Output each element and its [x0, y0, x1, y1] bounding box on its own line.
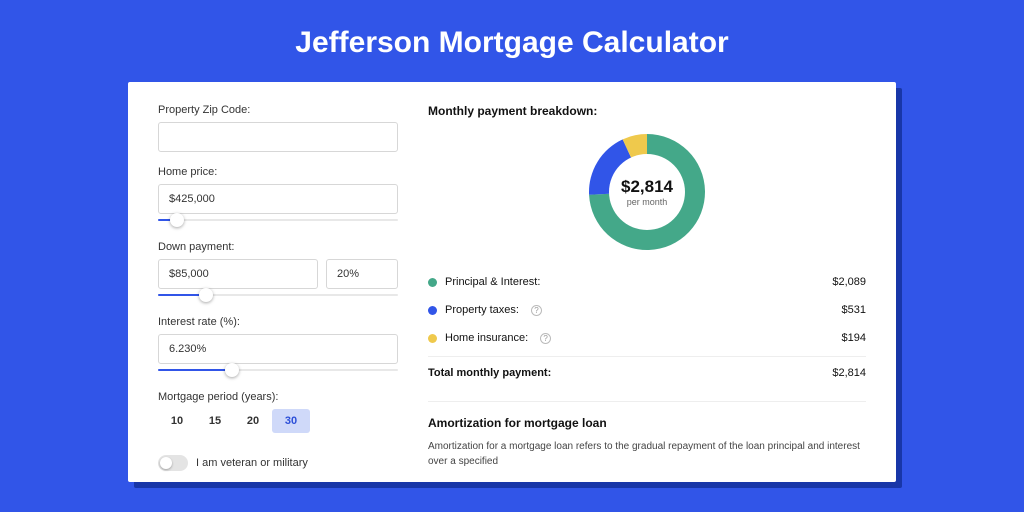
help-icon[interactable]: ?	[531, 305, 542, 316]
legend-value: $194	[842, 332, 866, 344]
donut-amount: $2,814	[621, 177, 673, 197]
legend-principal-interest: Principal & Interest: $2,089	[428, 268, 866, 296]
dot-icon	[428, 306, 437, 315]
home-price-input[interactable]	[158, 184, 398, 214]
total-value: $2,814	[832, 367, 866, 379]
dot-icon	[428, 334, 437, 343]
mortgage-period-label: Mortgage period (years):	[158, 391, 398, 403]
donut-sub: per month	[627, 197, 668, 207]
period-tab-10[interactable]: 10	[158, 409, 196, 433]
legend-label: Principal & Interest:	[445, 276, 540, 288]
zip-input[interactable]	[158, 122, 398, 152]
interest-rate-input[interactable]	[158, 334, 398, 364]
legend-total: Total monthly payment: $2,814	[428, 356, 866, 387]
breakdown-panel: Monthly payment breakdown: $2,814 per mo…	[428, 104, 866, 482]
legend-value: $531	[842, 304, 866, 316]
period-tab-30[interactable]: 30	[272, 409, 310, 433]
legend-home-insurance: Home insurance: ? $194	[428, 324, 866, 352]
legend-value: $2,089	[832, 276, 866, 288]
help-icon[interactable]: ?	[540, 333, 551, 344]
toggle-knob	[160, 457, 172, 469]
breakdown-title: Monthly payment breakdown:	[428, 104, 866, 118]
page-title: Jefferson Mortgage Calculator	[0, 0, 1024, 82]
veteran-toggle[interactable]	[158, 455, 188, 471]
legend-property-taxes: Property taxes: ? $531	[428, 296, 866, 324]
amortization-title: Amortization for mortgage loan	[428, 416, 866, 430]
home-price-slider[interactable]	[158, 213, 398, 227]
calculator-card: Property Zip Code: Home price: Down paym…	[128, 82, 896, 482]
mortgage-period-tabs: 10 15 20 30	[158, 409, 398, 433]
form-panel: Property Zip Code: Home price: Down paym…	[158, 104, 398, 482]
dot-icon	[428, 278, 437, 287]
down-payment-pct-input[interactable]	[326, 259, 398, 289]
legend-label: Home insurance:	[445, 332, 528, 344]
zip-label: Property Zip Code:	[158, 104, 398, 116]
total-label: Total monthly payment:	[428, 367, 551, 379]
amortization-body: Amortization for a mortgage loan refers …	[428, 440, 866, 469]
home-price-label: Home price:	[158, 166, 398, 178]
down-payment-slider[interactable]	[158, 288, 398, 302]
legend-label: Property taxes:	[445, 304, 519, 316]
period-tab-15[interactable]: 15	[196, 409, 234, 433]
veteran-label: I am veteran or military	[196, 457, 308, 469]
donut-chart: $2,814 per month	[587, 132, 707, 252]
interest-rate-slider[interactable]	[158, 363, 398, 377]
interest-rate-label: Interest rate (%):	[158, 316, 398, 328]
down-payment-label: Down payment:	[158, 241, 398, 253]
down-payment-input[interactable]	[158, 259, 318, 289]
amortization-section: Amortization for mortgage loan Amortizat…	[428, 401, 866, 469]
period-tab-20[interactable]: 20	[234, 409, 272, 433]
